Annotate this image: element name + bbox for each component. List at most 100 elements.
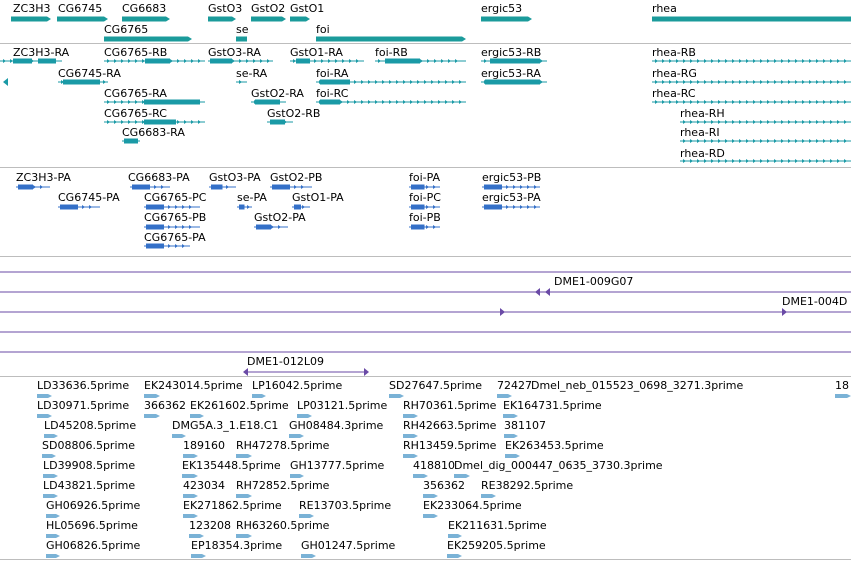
transcript-glyph[interactable] (725, 120, 728, 124)
protein-exon[interactable] (211, 184, 223, 190)
est-label-gh01247-5prime[interactable]: GH01247.5prime (301, 539, 395, 552)
transcript-glyph[interactable] (844, 120, 847, 124)
est-label-gh06926-5prime[interactable]: GH06926.5prime (46, 499, 140, 512)
protein-glyph[interactable] (168, 205, 171, 209)
transcript-glyph[interactable] (725, 80, 728, 84)
transcript-glyph[interactable] (114, 59, 117, 63)
gene-glyph[interactable] (122, 16, 170, 22)
transcript-exon[interactable] (320, 79, 350, 85)
transcript-glyph[interactable] (753, 120, 756, 124)
transcript-glyph[interactable] (837, 100, 840, 104)
transcript-glyph[interactable] (177, 120, 180, 124)
est-label-rh47278-5prime[interactable]: RH47278.5prime (236, 439, 329, 452)
protein-label-cg6765-pa[interactable]: CG6765-PA (144, 231, 206, 244)
gene-glyph[interactable] (652, 16, 851, 22)
transcript-glyph[interactable] (690, 139, 693, 143)
transcript-glyph[interactable] (389, 100, 392, 104)
gene-glyph[interactable] (481, 16, 532, 22)
transcript-glyph[interactable] (396, 100, 399, 104)
transcript-glyph[interactable] (232, 59, 235, 63)
transcript-glyph[interactable] (128, 59, 131, 63)
est-glyph[interactable] (504, 434, 518, 438)
protein-glyph[interactable] (168, 225, 171, 229)
protein-exon[interactable] (146, 243, 164, 249)
protein-exon[interactable] (132, 184, 150, 190)
transcript-glyph[interactable] (198, 120, 201, 124)
transcript-exon[interactable] (144, 99, 200, 105)
transcript-glyph[interactable] (725, 139, 728, 143)
protein-exon[interactable] (484, 184, 502, 190)
protein-glyph[interactable] (182, 225, 185, 229)
transcript-glyph[interactable] (417, 100, 420, 104)
transcript-glyph[interactable] (781, 59, 784, 63)
transcript-glyph[interactable] (417, 80, 420, 84)
transcript-glyph[interactable] (704, 100, 707, 104)
gene-glyph[interactable] (208, 16, 236, 22)
transcript-glyph[interactable] (816, 80, 819, 84)
gene-label-gsto2[interactable]: GstO2 (251, 2, 285, 15)
est-label-189160[interactable]: 189160 (183, 439, 225, 452)
protein-glyph[interactable] (189, 225, 192, 229)
protein-glyph[interactable] (520, 185, 523, 189)
clone-arrow[interactable] (545, 288, 550, 296)
protein-glyph[interactable] (182, 244, 185, 248)
transcript-glyph[interactable] (739, 80, 742, 84)
est-glyph[interactable] (497, 394, 512, 398)
transcript-glyph[interactable] (396, 80, 399, 84)
protein-glyph[interactable] (527, 185, 530, 189)
gene-label-gsto3[interactable]: GstO3 (208, 2, 242, 15)
transcript-glyph[interactable] (760, 100, 763, 104)
protein-exon[interactable] (239, 204, 245, 210)
est-label-gh06826-5prime[interactable]: GH06826.5prime (46, 539, 140, 552)
protein-glyph[interactable] (513, 205, 516, 209)
transcript-glyph[interactable] (774, 80, 777, 84)
transcript-glyph[interactable] (239, 59, 242, 63)
transcript-glyph[interactable] (767, 59, 770, 63)
protein-label-ergic53-pa[interactable]: ergic53-PA (482, 191, 541, 204)
transcript-glyph[interactable] (837, 139, 840, 143)
transcript-glyph[interactable] (802, 139, 805, 143)
transcript-glyph[interactable] (732, 139, 735, 143)
transcript-label-rhea-rc[interactable]: rhea-RC (652, 87, 696, 100)
transcript-glyph[interactable] (767, 159, 770, 163)
protein-label-foi-pb[interactable]: foi-PB (409, 211, 441, 224)
transcript-glyph[interactable] (683, 100, 686, 104)
est-label-ek211631-5prime[interactable]: EK211631.5prime (448, 519, 547, 532)
transcript-label-ergic53-rb[interactable]: ergic53-RB (481, 46, 541, 59)
transcript-exon[interactable] (255, 99, 280, 105)
transcript-glyph[interactable] (121, 100, 124, 104)
transcript-glyph[interactable] (690, 59, 693, 63)
transcript-exon[interactable] (485, 79, 540, 85)
est-label-356362[interactable]: 356362 (423, 479, 465, 492)
protein-glyph[interactable] (506, 185, 509, 189)
est-glyph[interactable] (43, 474, 58, 478)
transcript-glyph[interactable] (816, 59, 819, 63)
transcript-glyph[interactable] (795, 80, 798, 84)
transcript-glyph[interactable] (718, 59, 721, 63)
transcript-glyph[interactable] (760, 120, 763, 124)
transcript-glyph[interactable] (788, 159, 791, 163)
est-label-re13703-5prime[interactable]: RE13703.5prime (299, 499, 391, 512)
transcript-glyph[interactable] (662, 100, 665, 104)
est-glyph[interactable] (183, 514, 198, 518)
transcript-glyph[interactable] (683, 139, 686, 143)
protein-label-se-pa[interactable]: se-PA (237, 191, 267, 204)
protein-label-cg6683-pa[interactable]: CG6683-PA (128, 171, 190, 184)
est-glyph[interactable] (299, 514, 314, 518)
est-label-ld30971-5prime[interactable]: LD30971.5prime (37, 399, 129, 412)
transcript-glyph[interactable] (788, 59, 791, 63)
transcript-glyph[interactable] (809, 59, 812, 63)
est-label-123208[interactable]: 123208 (189, 519, 231, 532)
transcript-glyph[interactable] (427, 59, 430, 63)
transcript-glyph[interactable] (718, 80, 721, 84)
est-glyph[interactable] (236, 454, 252, 458)
est-glyph[interactable] (447, 554, 462, 558)
gene-label-cg6683[interactable]: CG6683 (122, 2, 166, 15)
transcript-glyph[interactable] (823, 59, 826, 63)
transcript-glyph[interactable] (837, 120, 840, 124)
transcript-glyph[interactable] (445, 100, 448, 104)
protein-glyph[interactable] (506, 205, 509, 209)
est-label-ld43821-5prime[interactable]: LD43821.5prime (43, 479, 135, 492)
transcript-glyph[interactable] (746, 100, 749, 104)
transcript-label-cg6745-ra[interactable]: CG6745-RA (58, 67, 121, 80)
